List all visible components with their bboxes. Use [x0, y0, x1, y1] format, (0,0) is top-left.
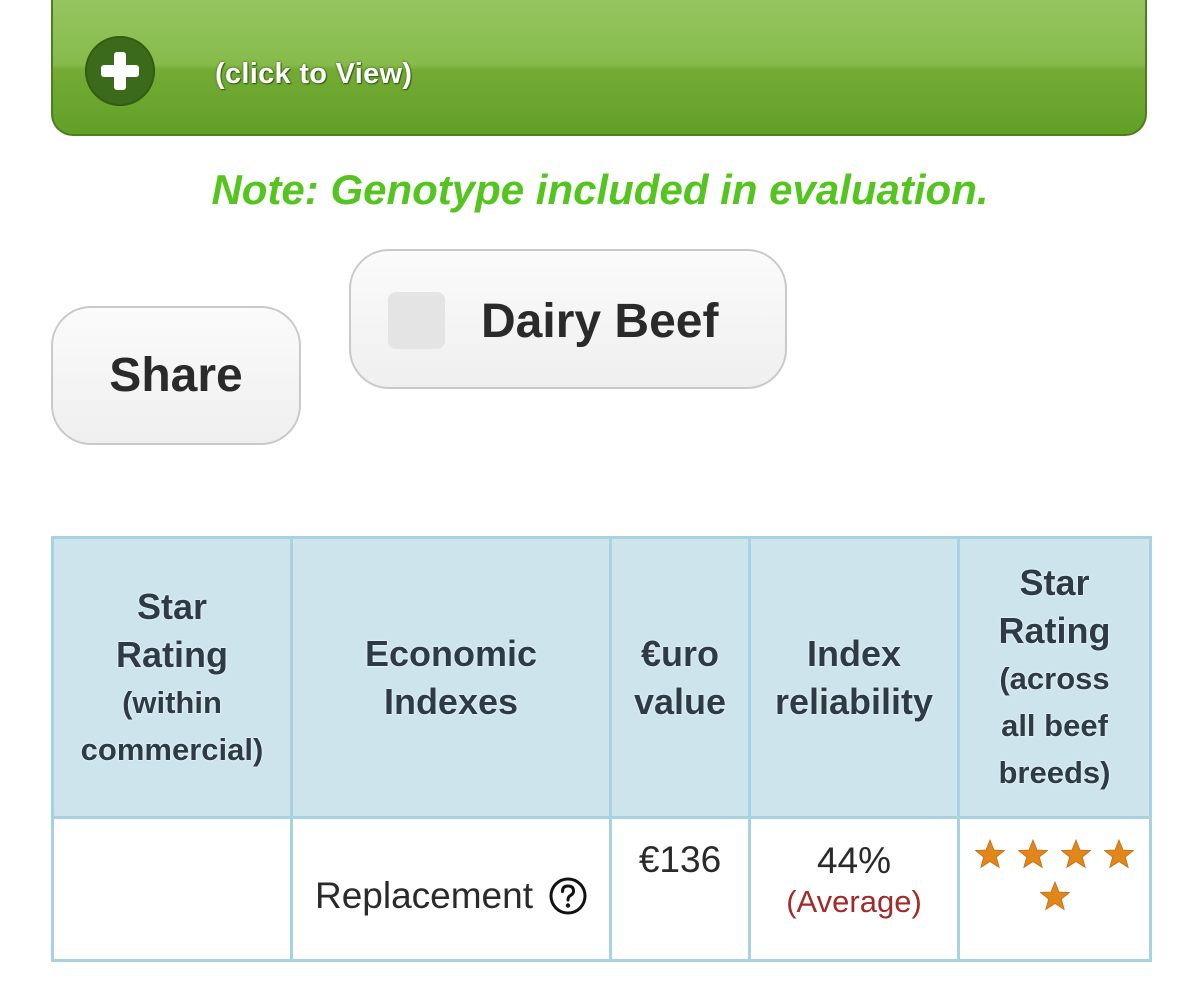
reliability-percent: 44%	[816, 840, 892, 881]
dairy-beef-checkbox[interactable]	[388, 292, 445, 349]
header-star-rating-across: Star Rating (across all beef breeds)	[957, 536, 1152, 819]
cell-euro-value: €136	[609, 816, 751, 962]
header-star-rating-across-main: Star Rating	[998, 562, 1111, 651]
header-index-reliability: Index reliability	[748, 536, 960, 819]
plus-icon[interactable]	[85, 36, 155, 106]
header-index-reliability-label: Index reliability	[774, 632, 934, 722]
table-header-row: Star Rating (within commercial) Economic…	[51, 536, 1152, 819]
header-euro-value: €uro value	[609, 536, 751, 819]
cell-index-reliability: 44% (Average)	[748, 816, 960, 962]
dairy-beef-toggle[interactable]: Dairy Beef	[349, 249, 787, 389]
header-economic-indexes-label: Economic Indexes	[364, 632, 538, 722]
index-name: Replacement	[314, 875, 533, 916]
table-row: Replacement €136 44% (Average)	[51, 816, 1152, 962]
header-euro-value-label: €uro value	[633, 632, 727, 722]
header-star-rating-across-sub: (across all beef breeds)	[998, 661, 1111, 790]
cell-economic-index: Replacement	[290, 816, 612, 962]
header-economic-indexes: Economic Indexes	[290, 536, 612, 819]
cell-star-rating-within	[51, 816, 293, 962]
star-icon	[1061, 839, 1091, 869]
header-star-rating-within-sub: (within commercial)	[80, 684, 264, 767]
page: (click to View) Note: Genotype included …	[0, 0, 1200, 1001]
expander-label[interactable]: (click to View)	[215, 58, 412, 91]
cell-star-rating-across	[957, 816, 1152, 962]
star-row	[960, 839, 1149, 869]
view-details-expander[interactable]: (click to View)	[51, 0, 1147, 136]
genotype-note: Note: Genotype included in evaluation.	[211, 166, 989, 213]
help-icon[interactable]	[549, 877, 587, 915]
star-icon	[1104, 839, 1134, 869]
header-star-rating-within: Star Rating (within commercial)	[51, 536, 293, 819]
dairy-beef-label[interactable]: Dairy Beef	[481, 294, 718, 349]
star-icon	[1018, 839, 1048, 869]
star-icon	[1039, 881, 1070, 911]
share-button[interactable]: Share	[51, 306, 301, 445]
economic-index-table: Star Rating (within commercial) Economic…	[51, 536, 1152, 962]
star-row	[960, 881, 1149, 911]
header-star-rating-within-main: Star Rating	[116, 585, 228, 675]
reliability-label: (Average)	[786, 884, 922, 919]
star-rating	[960, 839, 1149, 911]
star-icon	[975, 839, 1005, 869]
